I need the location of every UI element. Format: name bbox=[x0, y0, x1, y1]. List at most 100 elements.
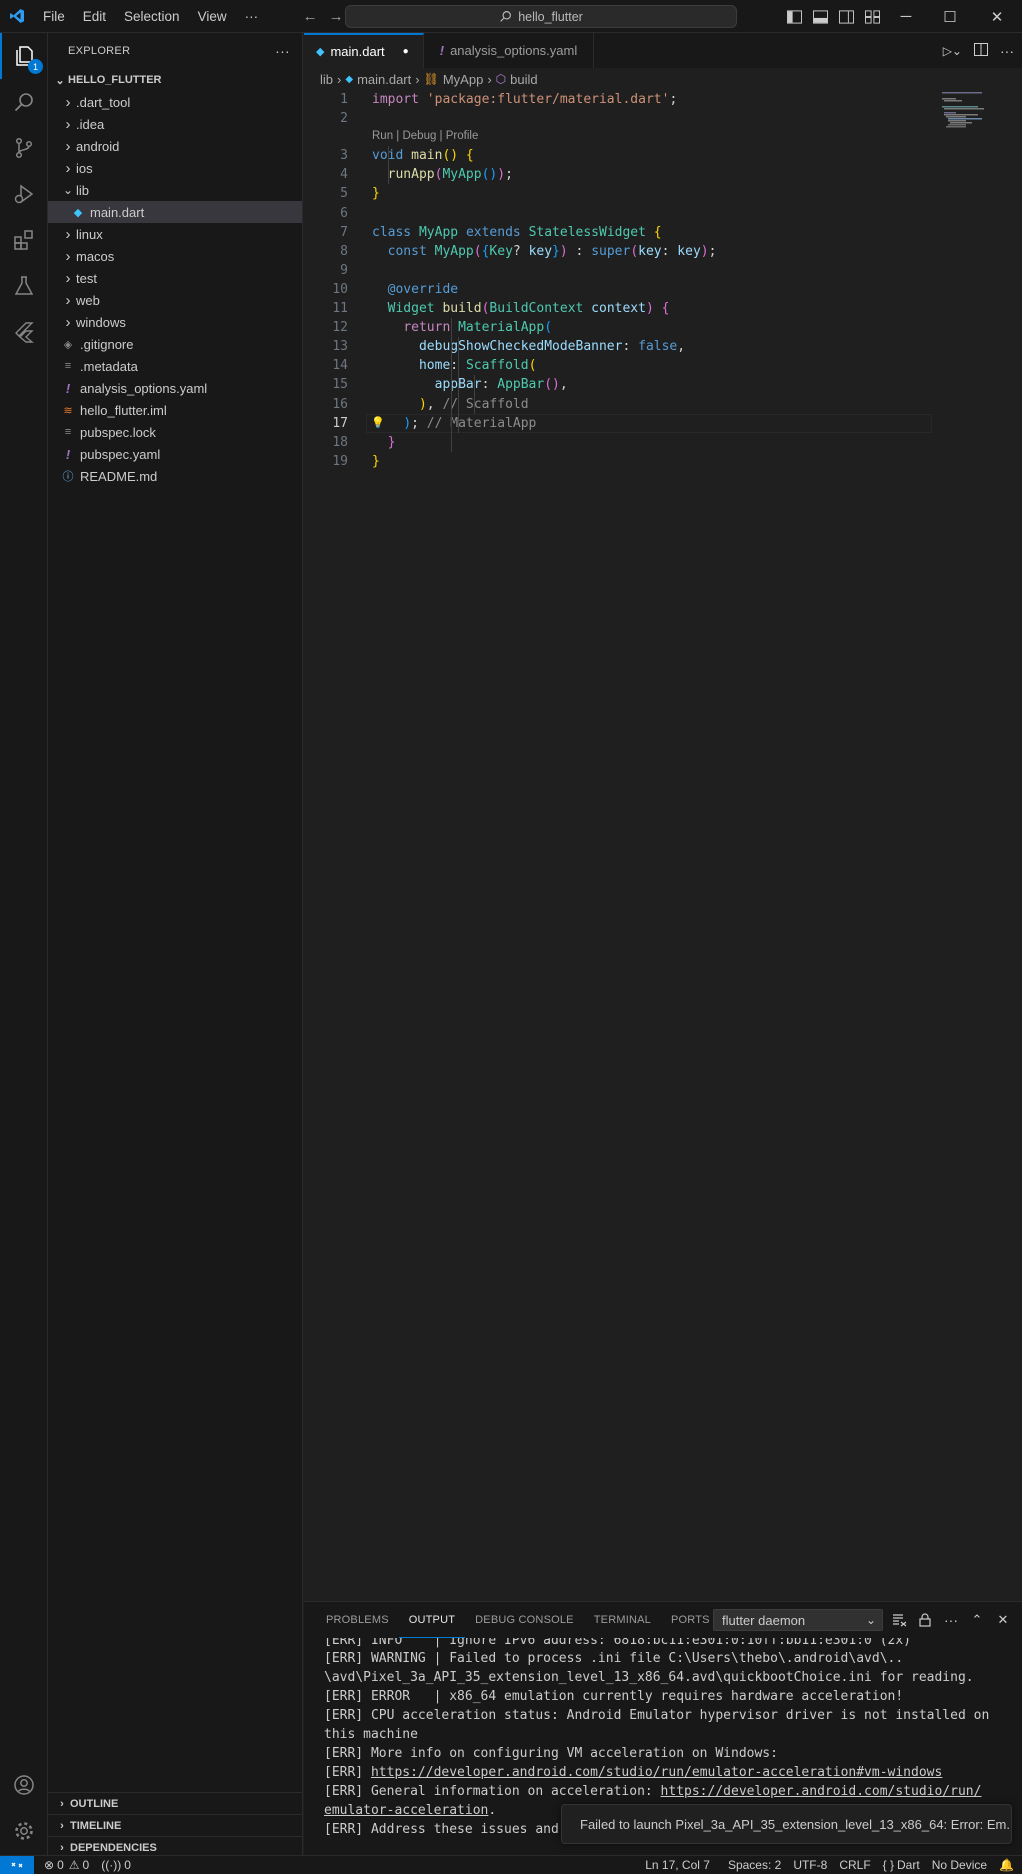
explorer-more-icon[interactable]: ··· bbox=[275, 43, 290, 59]
ports-status[interactable]: ((·)) 0 bbox=[95, 1858, 137, 1872]
panel-tab-debug-console[interactable]: DEBUG CONSOLE bbox=[465, 1602, 584, 1638]
folder-macos[interactable]: › macos bbox=[48, 245, 302, 267]
split-editor-icon[interactable] bbox=[974, 42, 988, 59]
folder-dart-tool[interactable]: › .dart_tool bbox=[48, 91, 302, 113]
toggle-panel-icon[interactable] bbox=[807, 0, 833, 33]
output-channel-select[interactable]: flutter daemon ⌄ bbox=[713, 1609, 883, 1631]
explorer-icon[interactable]: 1 bbox=[0, 33, 48, 79]
menu-item-file[interactable]: File bbox=[34, 0, 74, 33]
file-gitignore[interactable]: ◈ .gitignore bbox=[48, 333, 302, 355]
output-link[interactable]: https://developer.android.com/studio/run… bbox=[371, 1765, 942, 1780]
panel-tab-ports[interactable]: PORTS bbox=[661, 1602, 720, 1638]
panel-tab-problems[interactable]: PROBLEMS bbox=[316, 1602, 399, 1638]
panel-tab-output[interactable]: OUTPUT bbox=[398, 1602, 466, 1638]
toggle-secondary-sidebar-icon[interactable] bbox=[833, 0, 859, 33]
code-token: MyApp bbox=[442, 167, 482, 183]
file-main-dart[interactable]: ◆ main.dart bbox=[48, 201, 302, 223]
code-line: 10 @override bbox=[304, 280, 1022, 299]
file-pubspec-yaml[interactable]: ! pubspec.yaml bbox=[48, 443, 302, 465]
panel-tab-terminal[interactable]: TERMINAL bbox=[584, 1602, 661, 1638]
remote-indicator-icon[interactable] bbox=[0, 1855, 34, 1874]
problems-status[interactable]: ⊗ 0 ⚠ 0 bbox=[38, 1858, 95, 1872]
encoding-status[interactable]: UTF-8 bbox=[787, 1858, 833, 1872]
folder-test[interactable]: › test bbox=[48, 267, 302, 289]
file-pubspec-lock[interactable]: ≡ pubspec.lock bbox=[48, 421, 302, 443]
device-status[interactable]: No Device bbox=[926, 1858, 993, 1872]
folder-linux[interactable]: › linux bbox=[48, 223, 302, 245]
file-analysis-options-yaml[interactable]: ! analysis_options.yaml bbox=[48, 377, 302, 399]
breadcrumb-lib[interactable]: lib bbox=[320, 72, 333, 87]
eol-status[interactable]: CRLF bbox=[833, 1858, 876, 1872]
output-line: [ERR] INFO | Ignore IPv6 address: 6818:b… bbox=[324, 1638, 1014, 1649]
minimap[interactable] bbox=[934, 90, 1022, 150]
customize-layout-icon[interactable] bbox=[859, 0, 885, 33]
panel-more-icon[interactable]: ··· bbox=[940, 1609, 962, 1631]
lock-scroll-icon[interactable] bbox=[914, 1609, 936, 1631]
file-hello-flutter-iml[interactable]: ≋ hello_flutter.iml bbox=[48, 399, 302, 421]
lightbulb-icon[interactable]: 💡 bbox=[371, 414, 385, 433]
clear-output-icon[interactable] bbox=[888, 1609, 910, 1631]
code-token: () bbox=[544, 377, 560, 393]
folder-idea[interactable]: › .idea bbox=[48, 113, 302, 135]
breadcrumb-class[interactable]: MyApp bbox=[443, 72, 483, 87]
folder-lib[interactable]: ⌄ lib bbox=[48, 179, 302, 201]
flutter-icon[interactable] bbox=[0, 309, 48, 355]
minimize-icon[interactable]: ─ bbox=[884, 0, 928, 33]
code-line: 15 appBar: AppBar(), bbox=[304, 375, 1022, 394]
tab-main-dart[interactable]: ◆ main.dart ● bbox=[304, 33, 424, 68]
cursor-position[interactable]: Ln 17, Col 7 bbox=[639, 1858, 716, 1872]
close-panel-icon[interactable]: ✕ bbox=[992, 1609, 1014, 1631]
command-center-search[interactable]: hello_flutter bbox=[345, 5, 737, 28]
tree-item-label: pubspec.yaml bbox=[80, 446, 161, 462]
error-icon: ⊗ bbox=[44, 1858, 55, 1872]
file-readme-md[interactable]: ⓘ README.md bbox=[48, 465, 302, 487]
output-link[interactable]: https://developer.android.com/studio/run… bbox=[661, 1784, 982, 1799]
output-link[interactable]: emulator-acceleration bbox=[324, 1803, 488, 1818]
line-number: 17 bbox=[332, 415, 348, 431]
code-token: : bbox=[661, 243, 678, 259]
file-metadata[interactable]: ≡ .metadata bbox=[48, 355, 302, 377]
extensions-icon[interactable] bbox=[0, 217, 48, 263]
error-count: 0 bbox=[57, 1858, 64, 1872]
codelens-run-debug[interactable]: Run | Debug | Profile bbox=[372, 130, 478, 142]
back-arrow-icon[interactable]: ← bbox=[297, 8, 323, 25]
timeline-section[interactable]: › TIMELINE bbox=[48, 1814, 303, 1836]
iml-file-icon: ≋ bbox=[63, 404, 73, 417]
yaml-file-icon: ! bbox=[65, 380, 71, 396]
notifications-bell-icon[interactable]: 🔔 bbox=[993, 1858, 1022, 1872]
modified-dot-icon[interactable]: ● bbox=[403, 46, 409, 57]
folder-web[interactable]: › web bbox=[48, 289, 302, 311]
search-icon bbox=[500, 11, 512, 22]
close-window-icon[interactable]: ✕ bbox=[972, 0, 1022, 33]
menu-item-edit[interactable]: Edit bbox=[74, 0, 115, 33]
menu-item-selection[interactable]: Selection bbox=[115, 0, 189, 33]
outline-section[interactable]: › OUTLINE bbox=[48, 1792, 303, 1814]
breadcrumb-method[interactable]: build bbox=[510, 72, 537, 87]
tab-analysis-options[interactable]: ! analysis_options.yaml bbox=[424, 33, 595, 68]
run-debug-dropdown-icon[interactable]: ▷⌄ bbox=[943, 44, 962, 58]
workspace-root-label: HELLO_FLUTTER bbox=[68, 74, 162, 86]
accounts-icon[interactable] bbox=[0, 1762, 48, 1808]
indentation-status[interactable]: Spaces: 2 bbox=[722, 1858, 787, 1872]
breadcrumb: lib › ◆ main.dart › ⛓ MyApp › ⬡ build bbox=[304, 68, 1022, 90]
output-line: \avd\Pixel_3a_API_35_extension_level_13_… bbox=[324, 1668, 1014, 1687]
folder-windows[interactable]: › windows bbox=[48, 311, 302, 333]
run-debug-icon[interactable] bbox=[0, 171, 48, 217]
breadcrumb-file[interactable]: main.dart bbox=[357, 72, 411, 87]
testing-flask-icon[interactable] bbox=[0, 263, 48, 309]
workspace-root[interactable]: ⌄ HELLO_FLUTTER bbox=[48, 69, 302, 91]
search-view-icon[interactable] bbox=[0, 79, 48, 125]
toggle-primary-sidebar-icon[interactable] bbox=[781, 0, 807, 33]
maximize-panel-icon[interactable]: ⌃ bbox=[966, 1609, 988, 1631]
manage-gear-icon[interactable] bbox=[0, 1808, 48, 1854]
folder-android[interactable]: › android bbox=[48, 135, 302, 157]
error-notification[interactable]: Failed to launch Pixel_3a_API_35_extensi… bbox=[561, 1804, 1012, 1844]
more-actions-icon[interactable]: ··· bbox=[1000, 43, 1014, 59]
source-control-icon[interactable] bbox=[0, 125, 48, 171]
maximize-icon[interactable]: ☐ bbox=[928, 0, 972, 33]
folder-ios[interactable]: › ios bbox=[48, 157, 302, 179]
menu-item-view[interactable]: View bbox=[189, 0, 236, 33]
menu-item-more[interactable]: ··· bbox=[236, 0, 268, 33]
language-status[interactable]: { } Dart bbox=[877, 1858, 926, 1872]
